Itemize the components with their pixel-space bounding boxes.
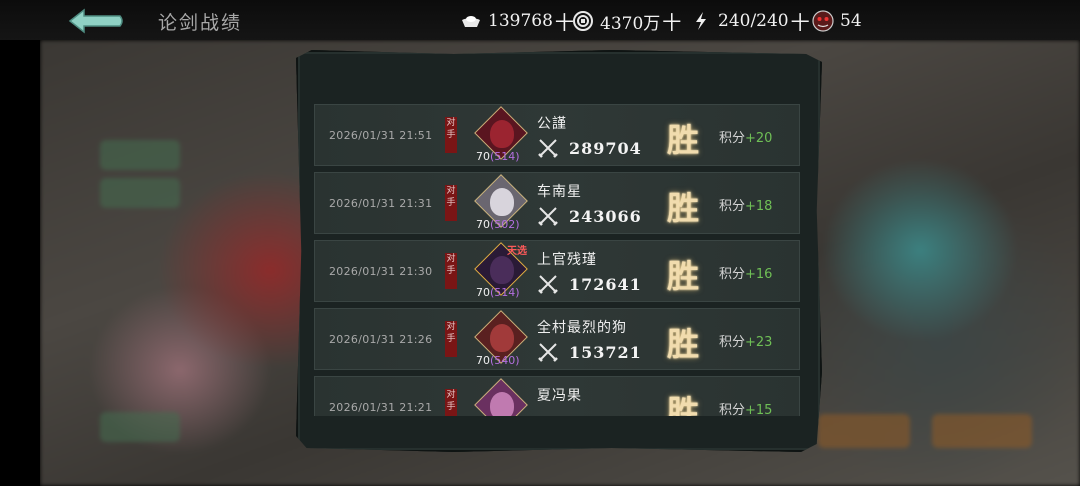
opponent-avatar[interactable]: 70(514): [473, 106, 529, 164]
opponent-tag: 对手: [445, 321, 457, 357]
back-button[interactable]: [66, 6, 126, 36]
background-button: [100, 178, 180, 208]
avatar-face: [490, 188, 514, 216]
opponent-power: 153721: [569, 343, 642, 362]
coin-value: 4370万: [600, 13, 661, 34]
record-time: 2026/01/31 21:30: [329, 265, 433, 278]
opponent-tag: 对手: [445, 389, 457, 416]
avatar-face: [490, 392, 514, 416]
silver-value: 139768: [488, 11, 553, 31]
mask-value: 54: [840, 11, 862, 31]
record-time: 2026/01/31 21:21: [329, 401, 433, 414]
avatar-face: [490, 120, 514, 148]
opponent-level: 70(514): [476, 150, 520, 163]
opponent-level: 70(502): [476, 218, 520, 231]
opponent-name: 夏冯果: [537, 388, 582, 404]
top-bar: 论剑战绩 139768 十 4370万 十 240/240 十 54: [0, 0, 1080, 40]
record-time: 2026/01/31 21:26: [329, 333, 433, 346]
mask-resource[interactable]: 54: [812, 10, 862, 32]
record-time: 2026/01/31 21:31: [329, 197, 433, 210]
crossed-swords-icon: [538, 343, 558, 362]
opponent-level: 70(540): [476, 354, 520, 367]
result-win-label: 胜: [667, 393, 700, 416]
background-button: [100, 140, 180, 170]
opponent-name: 全村最烈的狗: [537, 320, 627, 336]
record-row[interactable]: 2026/01/31 21:26 对手 70(540) 全村最烈的狗 15372…: [314, 308, 800, 370]
page-title: 论剑战绩: [158, 12, 243, 34]
avatar-face: [490, 256, 514, 284]
battle-record-list[interactable]: 2026/01/31 21:51 对手 70(514) 公謹 289704 胜 …: [314, 104, 804, 416]
opponent-avatar[interactable]: 70(502): [473, 174, 529, 232]
stamina-resource[interactable]: 240/240 十: [690, 8, 810, 35]
background-button: [818, 414, 910, 448]
opponent-avatar[interactable]: 70(540): [473, 310, 529, 368]
battle-record-panel: 2026/01/31 21:51 对手 70(514) 公謹 289704 胜 …: [296, 50, 822, 452]
result-win-label: 胜: [667, 257, 700, 295]
score-change: 积分+15: [719, 403, 773, 416]
opponent-level: 70(514): [476, 286, 520, 299]
silver-resource[interactable]: 139768 十: [460, 10, 574, 34]
score-change: 积分+20: [719, 131, 773, 146]
background-button: [932, 414, 1032, 448]
opponent-power: 243066: [569, 207, 642, 226]
record-row[interactable]: 2026/01/31 21:21 对手 夏冯果 胜 积分+15: [314, 376, 800, 416]
opponent-name: 上官残瑾: [537, 252, 597, 268]
add-coin-icon[interactable]: 十: [662, 8, 681, 35]
lightning-icon: [690, 10, 712, 32]
opponent-power: 172641: [569, 275, 642, 294]
record-time: 2026/01/31 21:51: [329, 129, 433, 142]
score-change: 积分+18: [719, 199, 773, 214]
back-arrow-icon: [68, 8, 123, 34]
ingot-icon: [460, 10, 482, 32]
opponent-avatar[interactable]: 天选 70(514): [473, 242, 529, 300]
avatar-face: [490, 324, 514, 352]
coin-icon: [572, 10, 594, 32]
result-win-label: 胜: [667, 189, 700, 227]
crossed-swords-icon: [538, 207, 558, 226]
add-stamina-icon[interactable]: 十: [791, 8, 810, 35]
record-row[interactable]: 2026/01/31 21:31 对手 70(502) 车南星 243066 胜…: [314, 172, 800, 234]
coin-resource[interactable]: 4370万 十: [572, 8, 681, 35]
score-change: 积分+16: [719, 267, 773, 282]
result-win-label: 胜: [667, 121, 700, 159]
crossed-swords-icon: [538, 139, 558, 158]
result-win-label: 胜: [667, 325, 700, 363]
opponent-power: 289704: [569, 139, 642, 158]
background-button: [100, 412, 180, 442]
opponent-name: 车南星: [537, 184, 582, 200]
crossed-swords-icon: [538, 275, 558, 294]
chosen-badge: 天选: [507, 246, 527, 257]
record-row[interactable]: 2026/01/31 21:51 对手 70(514) 公謹 289704 胜 …: [314, 104, 800, 166]
screen-gutter: [0, 0, 40, 486]
stamina-value: 240/240: [718, 11, 789, 31]
demon-mask-icon: [812, 10, 834, 32]
opponent-tag: 对手: [445, 117, 457, 153]
opponent-tag: 对手: [445, 185, 457, 221]
opponent-tag: 对手: [445, 253, 457, 289]
opponent-avatar[interactable]: [473, 378, 529, 416]
score-change: 积分+23: [719, 335, 773, 350]
opponent-name: 公謹: [537, 116, 567, 132]
record-row[interactable]: 2026/01/31 21:30 对手 天选 70(514) 上官残瑾 1726…: [314, 240, 800, 302]
